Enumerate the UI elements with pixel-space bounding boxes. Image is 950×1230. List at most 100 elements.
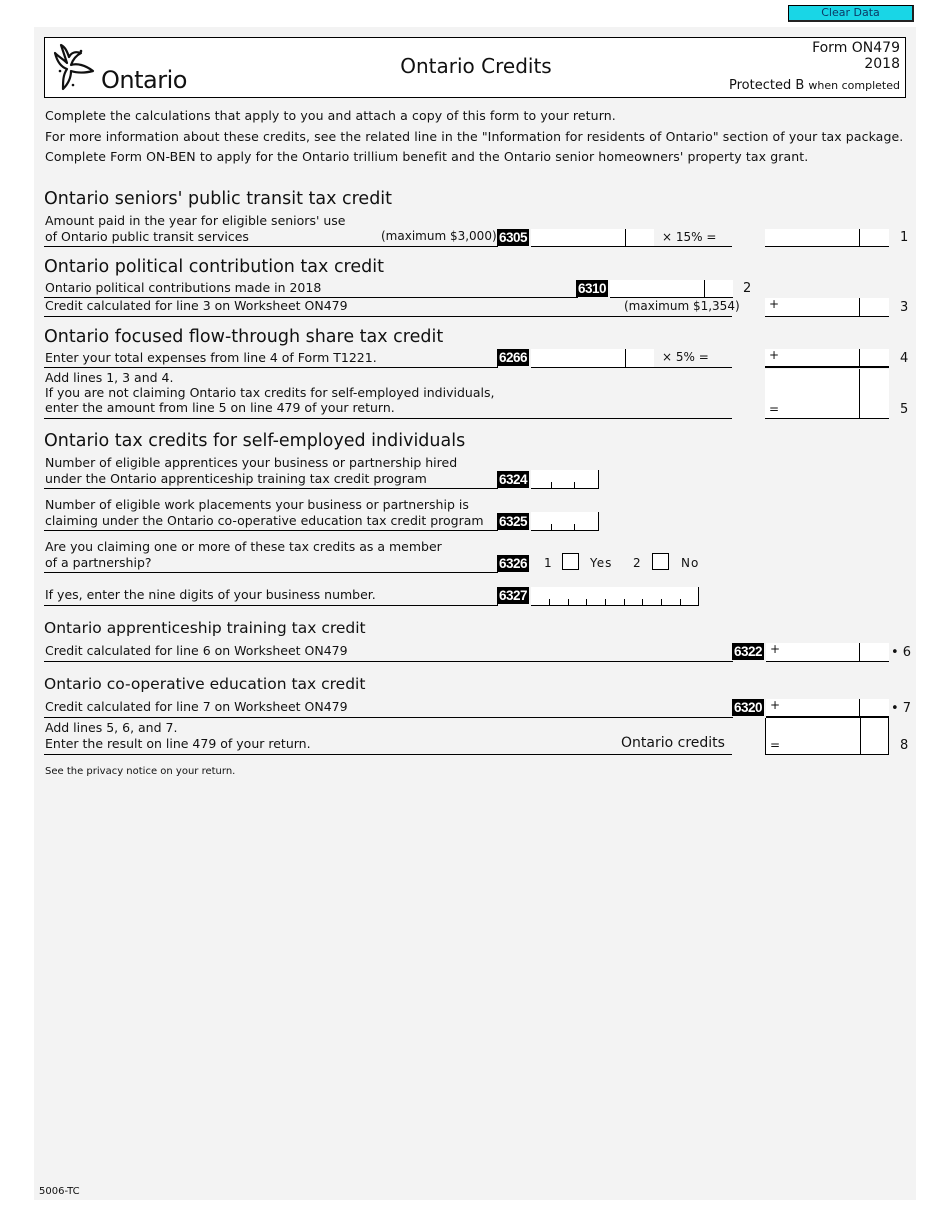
- line3-label: Credit calculated for line 3 on Workshee…: [45, 298, 348, 313]
- option-no-label: No: [681, 556, 700, 570]
- section-heading-transit: Ontario seniors' public transit tax cred…: [44, 189, 393, 209]
- divider: [44, 418, 732, 419]
- code-6305: 6305: [497, 229, 530, 246]
- page-title: Ontario Credits: [400, 54, 552, 78]
- equals-sign: =: [770, 738, 781, 752]
- digit-tick: [586, 599, 587, 605]
- line1-result-input[interactable]: [765, 231, 889, 249]
- clear-data-button[interactable]: Clear Data: [788, 5, 914, 22]
- line1-amount-input[interactable]: [531, 231, 654, 249]
- placements-label-b: claiming under the Ontario co-operative …: [45, 513, 484, 528]
- line5-label-c: enter the amount from line 5 on line 479…: [45, 400, 395, 415]
- line4-label: Enter your total expenses from line 4 of…: [45, 350, 377, 365]
- equals-sign: =: [769, 402, 780, 416]
- divider: [44, 572, 498, 573]
- line6-label: Credit calculated for line 6 on Workshee…: [45, 643, 348, 658]
- code-6327: 6327: [497, 587, 530, 604]
- digit-tick: [551, 482, 552, 488]
- form-number: Form ON479: [812, 40, 900, 56]
- line1-maximum: (maximum $3,000): [381, 229, 497, 243]
- line6-field[interactable]: +: [766, 642, 889, 663]
- placements-count-field[interactable]: [531, 512, 599, 532]
- code-6324: 6324: [497, 471, 530, 488]
- line6-input[interactable]: [766, 645, 889, 663]
- digit-tick: [624, 599, 625, 605]
- divider: [44, 754, 732, 755]
- partnership-yes-checkbox[interactable]: [562, 553, 579, 570]
- line8-label-b: Enter the result on line 479 of your ret…: [45, 736, 311, 751]
- privacy-notice: See the privacy notice on your return.: [45, 766, 236, 777]
- line8-field[interactable]: =: [765, 718, 889, 755]
- line2-amount-field[interactable]: [610, 280, 733, 300]
- option-yes-label: Yes: [590, 556, 613, 570]
- line2-amount-input[interactable]: [610, 282, 733, 300]
- line3-input[interactable]: [765, 300, 889, 318]
- line3-maximum: (maximum $1,354): [624, 299, 740, 313]
- protected-note: when completed: [808, 79, 900, 92]
- line1-result-field[interactable]: [765, 229, 889, 249]
- line4-input[interactable]: [765, 351, 889, 369]
- line8-input[interactable]: [766, 718, 888, 754]
- cents-divider: [860, 718, 861, 754]
- form-year: 2018: [864, 56, 900, 72]
- divider: [44, 605, 498, 606]
- intro-line-1: Complete the calculations that apply to …: [45, 108, 616, 123]
- cents-divider: [859, 349, 860, 366]
- digit-tick: [549, 599, 550, 605]
- line4-amount-field[interactable]: [531, 349, 654, 369]
- apprentices-count-field[interactable]: [531, 470, 599, 490]
- business-number-label: If yes, enter the nine digits of your bu…: [45, 587, 376, 602]
- divider: [44, 661, 733, 662]
- line4-amount-input[interactable]: [531, 351, 654, 369]
- plus-sign: +: [769, 348, 780, 362]
- digit-tick: [574, 482, 575, 488]
- partnership-no-checkbox[interactable]: [652, 553, 669, 570]
- line7-field[interactable]: +: [766, 698, 889, 719]
- line3-field[interactable]: +: [765, 297, 889, 318]
- intro-line-2: For more information about these credits…: [45, 129, 904, 144]
- ontario-credits-label: Ontario credits: [621, 735, 725, 751]
- line7-input[interactable]: [766, 701, 889, 719]
- line2-label: Ontario political contributions made in …: [45, 280, 322, 295]
- apprentices-label-b: under the Ontario apprenticeship trainin…: [45, 471, 427, 486]
- code-6325: 6325: [497, 513, 530, 530]
- section-heading-apprenticeship: Ontario apprenticeship training tax cred…: [44, 619, 366, 637]
- line1-amount-field[interactable]: [531, 229, 654, 249]
- line-number-6: • 6: [891, 645, 912, 660]
- intro-line-3: Complete Form ON-BEN to apply for the On…: [45, 149, 809, 164]
- cents-divider: [859, 369, 860, 418]
- code-6320: 6320: [732, 699, 765, 716]
- plus-sign: +: [769, 297, 780, 311]
- line1-label-b: of Ontario public transit services: [45, 229, 249, 244]
- plus-sign: +: [770, 698, 781, 712]
- digit-tick: [574, 524, 575, 530]
- divider: [44, 316, 732, 317]
- placements-label-a: Number of eligible work placements your …: [45, 497, 469, 512]
- option-no-number: 2: [633, 556, 641, 570]
- line-number-1: 1: [900, 230, 909, 245]
- placements-count-input[interactable]: [531, 514, 598, 532]
- partnership-label-b: of a partnership?: [45, 555, 152, 570]
- code-6266: 6266: [497, 349, 530, 366]
- cents-divider: [859, 298, 860, 316]
- cents-divider: [625, 349, 626, 367]
- line4-field[interactable]: +: [765, 348, 889, 369]
- line1-label-a: Amount paid in the year for eligible sen…: [45, 213, 346, 228]
- divider: [44, 367, 498, 368]
- form-header: Ontario Ontario Credits Form ON479 2018 …: [44, 37, 906, 98]
- apprentices-count-input[interactable]: [531, 472, 598, 490]
- divider: [44, 530, 498, 531]
- digit-tick: [605, 599, 606, 605]
- business-number-input[interactable]: [531, 589, 698, 607]
- cents-divider: [625, 229, 626, 246]
- digit-tick: [642, 599, 643, 605]
- line4-rate: × 5% =: [662, 350, 709, 364]
- partnership-label-a: Are you claiming one or more of these ta…: [45, 539, 442, 554]
- cents-divider: [859, 643, 860, 661]
- line-number-7: • 7: [891, 701, 912, 716]
- digit-tick: [680, 599, 681, 605]
- line5-field[interactable]: =: [765, 369, 889, 419]
- apprentices-label-a: Number of eligible apprentices your busi…: [45, 455, 458, 470]
- line5-input[interactable]: [765, 369, 889, 418]
- business-number-field[interactable]: [531, 587, 699, 607]
